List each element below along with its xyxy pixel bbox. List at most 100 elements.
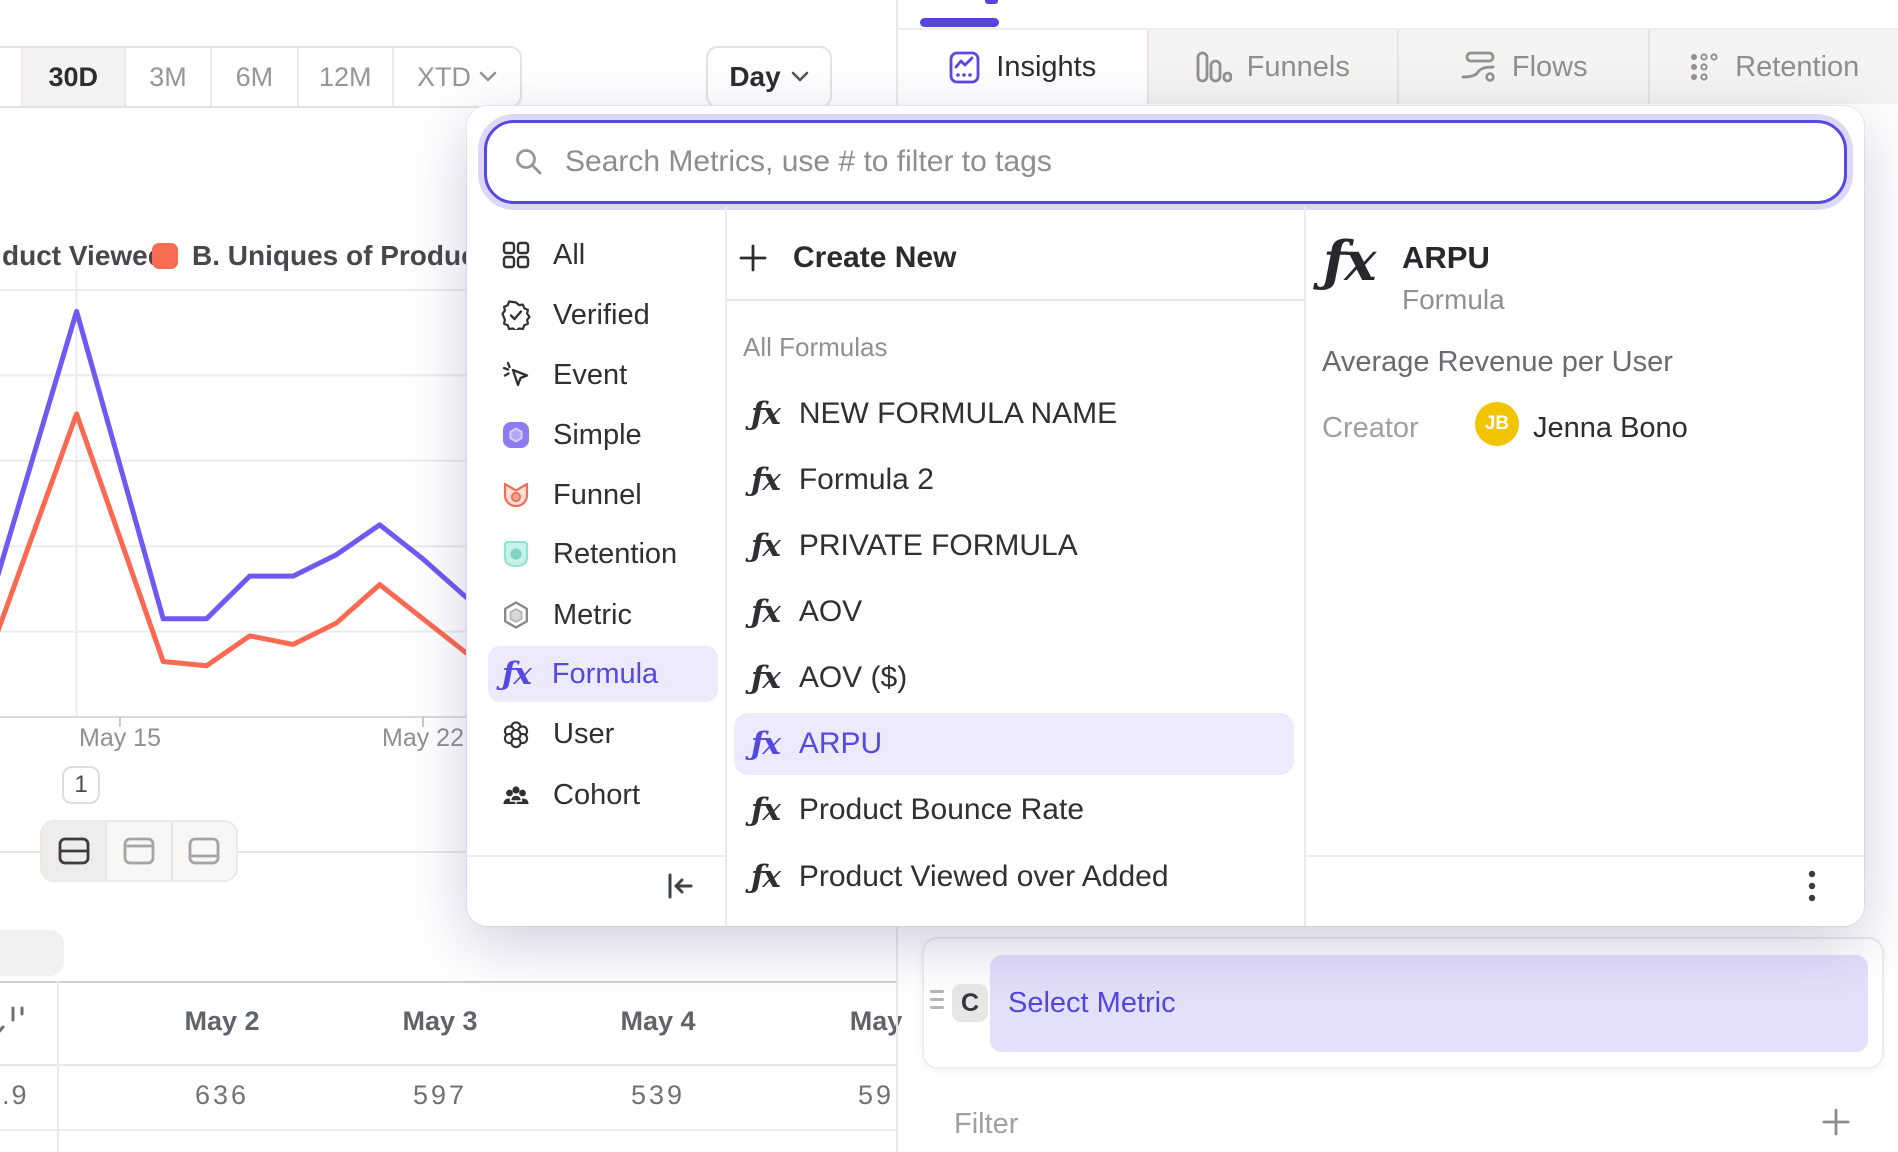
category-retention[interactable]: Retention	[487, 528, 713, 580]
category-user[interactable]: User	[487, 708, 713, 760]
formula-item[interactable]: ƒx Product Bounce Rate	[734, 782, 1294, 838]
formula-item-label: Product Viewed over Added	[799, 860, 1169, 894]
formula-item-selected[interactable]: ƒx ARPU	[734, 713, 1294, 775]
table-cell: 597	[413, 1080, 467, 1111]
metric-hexagon-icon	[501, 600, 531, 630]
layout-switcher	[40, 820, 238, 882]
avatar: JB	[1475, 402, 1519, 446]
tab-retention[interactable]: Retention	[1648, 30, 1898, 104]
category-label: Event	[553, 359, 627, 392]
flows-icon	[1459, 51, 1497, 83]
time-range-6m[interactable]: 6M	[210, 48, 296, 106]
formula-fx-icon: ƒx	[751, 531, 779, 562]
app-root: 30D 3M 6M 12M XTD Day duct Viewed B. Uni…	[0, 0, 1898, 1152]
formula-item[interactable]: ƒx Product Viewed over Added	[734, 849, 1294, 905]
formula-fx-icon: ƒx	[751, 465, 779, 496]
metric-detail-title: ARPU	[1402, 240, 1490, 276]
time-range-xtd[interactable]: XTD	[392, 48, 520, 106]
category-label: Metric	[553, 599, 632, 632]
table-cell-partial: .9	[2, 1080, 29, 1111]
chevron-down-icon	[791, 71, 809, 83]
formula-item-label: NEW FORMULA NAME	[799, 397, 1117, 431]
tab-label: Retention	[1735, 51, 1859, 84]
view-tabbar: Insights Funnels Flows Retent	[898, 30, 1898, 104]
funnels-bars-icon	[1196, 51, 1232, 83]
category-label: Simple	[553, 419, 642, 452]
category-label: All	[553, 239, 585, 272]
filter-section-label: Filter	[954, 1108, 1018, 1141]
table-tab-stub[interactable]	[0, 930, 64, 976]
chart-series	[0, 311, 466, 665]
formula-item[interactable]: ƒx AOV ($)	[734, 650, 1294, 706]
table-header-may2[interactable]: May 2	[184, 1006, 259, 1037]
category-funnel[interactable]: Funnel	[487, 469, 713, 521]
time-range-30d[interactable]: 30D	[21, 48, 124, 106]
category-all[interactable]: All	[487, 229, 713, 281]
category-formula[interactable]: ƒx Formula	[488, 646, 718, 702]
bottom-panel-icon	[187, 836, 221, 866]
section-header: All Formulas	[743, 332, 887, 363]
formula-item[interactable]: ƒx AOV	[734, 584, 1294, 640]
table-cell: 539	[631, 1080, 685, 1111]
formula-item-label: ARPU	[799, 727, 882, 761]
event-cursor-icon	[501, 360, 531, 390]
retention-metric-icon	[501, 539, 531, 569]
tab-insights[interactable]: Insights	[898, 30, 1147, 104]
table-header-may3[interactable]: May 3	[402, 1006, 477, 1037]
table-header-may5[interactable]: May	[850, 1006, 903, 1037]
collapse-sidebar-button[interactable]	[663, 869, 697, 903]
category-label: Cohort	[553, 779, 640, 812]
table-cell: 59	[858, 1080, 894, 1111]
grid-icon	[501, 240, 531, 270]
modal-column-divider	[1304, 206, 1306, 926]
category-verified[interactable]: Verified	[487, 289, 713, 341]
layout-bottom-panel-button[interactable]	[171, 822, 236, 880]
table-header-may4[interactable]: May 4	[620, 1006, 695, 1037]
tab-flows[interactable]: Flows	[1397, 30, 1648, 104]
category-simple[interactable]: Simple	[487, 409, 713, 461]
formula-fx-icon: ƒx	[751, 729, 779, 760]
category-metric[interactable]: Metric	[487, 589, 713, 641]
time-range-segmented-control: 30D 3M 6M 12M XTD	[0, 46, 522, 108]
creator-label: Creator	[1322, 412, 1419, 445]
metric-clause-card: C Select Metric	[922, 937, 1884, 1069]
sort-descending-icon[interactable]	[0, 1002, 30, 1042]
table-header-border	[0, 1064, 897, 1066]
category-event[interactable]: Event	[487, 349, 713, 401]
metric-search-input[interactable]	[565, 145, 1818, 179]
time-range-12m[interactable]: 12M	[297, 48, 392, 106]
tab-funnels[interactable]: Funnels	[1147, 30, 1398, 104]
verified-badge-icon	[501, 300, 531, 330]
detail-divider	[1306, 855, 1864, 857]
create-new-button[interactable]: Create New	[737, 230, 956, 286]
tab-label: Insights	[996, 51, 1096, 84]
time-range-partial-segment[interactable]	[0, 48, 21, 106]
formula-item[interactable]: ƒx Formula 2	[734, 452, 1294, 508]
modal-column-divider	[725, 206, 727, 926]
kebab-menu-button[interactable]	[1799, 866, 1825, 908]
layout-top-panel-button[interactable]	[105, 822, 170, 880]
time-range-3m[interactable]: 3M	[124, 48, 210, 106]
tab-label: Funnels	[1247, 51, 1350, 84]
list-divider	[726, 299, 1304, 301]
category-label: Retention	[553, 538, 677, 571]
category-label: Funnel	[553, 479, 642, 512]
metric-detail-description: Average Revenue per User	[1322, 346, 1673, 379]
formula-fx-icon: ƒx	[502, 659, 530, 690]
layout-split-rows-button[interactable]	[42, 822, 105, 880]
pagination-page-button[interactable]: 1	[62, 766, 100, 804]
x-axis-label-may22: May 22	[382, 724, 464, 753]
formula-item[interactable]: ƒx NEW FORMULA NAME	[734, 386, 1294, 442]
select-metric-field[interactable]: Select Metric	[990, 955, 1868, 1052]
category-cohort[interactable]: Cohort	[487, 769, 713, 821]
sidebar-divider	[467, 855, 725, 857]
formula-fx-icon: ƒx	[751, 795, 779, 826]
creator-name: Jenna Bono	[1533, 412, 1688, 445]
granularity-dropdown[interactable]: Day	[706, 46, 832, 108]
drag-handle-icon[interactable]	[930, 990, 944, 1009]
formula-fx-icon: ƒx	[751, 663, 779, 694]
formula-item[interactable]: ƒx PRIVATE FORMULA	[734, 518, 1294, 574]
formula-item-label: AOV ($)	[799, 661, 907, 695]
add-filter-button[interactable]	[1818, 1104, 1854, 1140]
chevron-down-icon	[479, 71, 497, 83]
